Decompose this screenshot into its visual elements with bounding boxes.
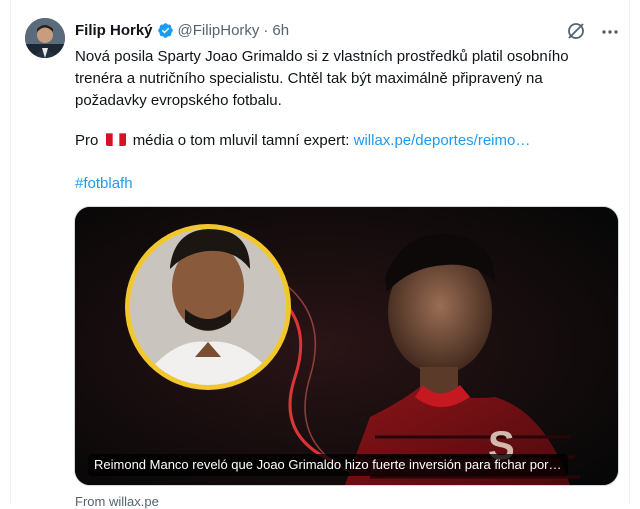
peru-flag-icon [105, 132, 126, 146]
tweet-header: Filip Horký @FilipHorky · 6h [75, 22, 289, 39]
avatar-image [25, 18, 65, 58]
tweet-text: Nová posila Sparty Joao Grimaldo si z vl… [75, 46, 615, 112]
tweet-paragraph: Nová posila Sparty Joao Grimaldo si z vl… [75, 48, 569, 109]
author-handle[interactable]: @FilipHorky [178, 22, 260, 39]
separator-dot: · [263, 22, 269, 39]
tweet-time[interactable]: 6h [272, 22, 289, 39]
card-caption: Reimond Manco reveló que Joao Grimaldo h… [88, 454, 568, 476]
author-name[interactable]: Filip Horký [75, 22, 153, 39]
more-options-icon[interactable] [600, 22, 620, 42]
verified-badge-icon [157, 22, 174, 39]
tweet-paragraph-2: Pro média o tom mluvil tamní expert: wil… [75, 130, 530, 152]
card-image: S [75, 207, 618, 485]
article-link[interactable]: willax.pe/deportes/reimo… [354, 132, 531, 149]
author-avatar[interactable] [25, 18, 65, 58]
para2-after: média o tom mluvil tamní expert: [132, 132, 350, 149]
hashtag-link[interactable]: #fotblafh [75, 173, 133, 195]
grok-icon[interactable] [566, 21, 586, 41]
link-card[interactable]: S Reimond Manco reveló que Joao Grimaldo… [74, 206, 619, 486]
para2-before: Pro [75, 132, 99, 149]
card-source[interactable]: From willax.pe [75, 494, 159, 509]
